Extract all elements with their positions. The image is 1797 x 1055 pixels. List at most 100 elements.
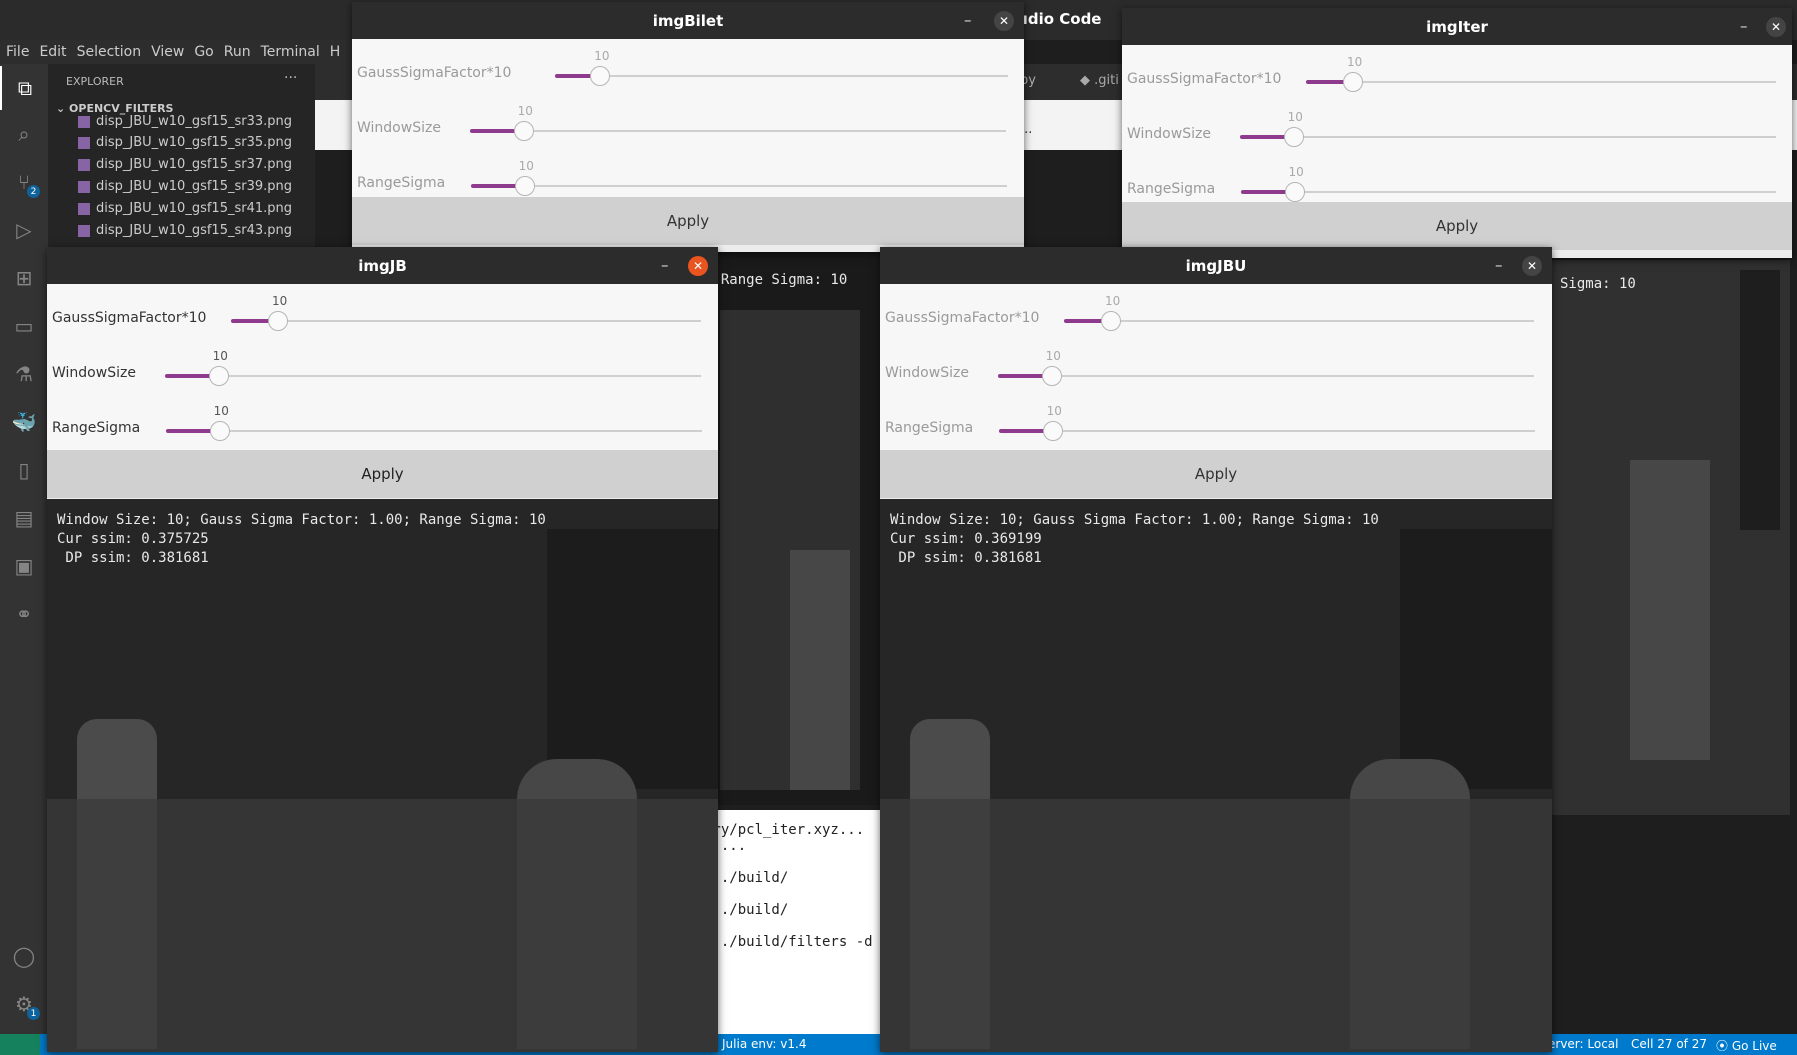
trackbar-handle[interactable] xyxy=(209,421,230,441)
trackbar-slider[interactable] xyxy=(1241,182,1776,202)
trackbar-handle[interactable] xyxy=(514,176,535,196)
menu-edit[interactable]: Edit xyxy=(39,44,66,60)
trackbar-handle[interactable] xyxy=(1041,366,1062,386)
trackbar-handle[interactable] xyxy=(268,311,288,331)
source-control-icon[interactable]: ⑂ 2 xyxy=(0,160,48,204)
trackbar-label: GaussSigmaFactor*10 xyxy=(52,310,207,326)
apply-button[interactable]: Apply xyxy=(352,197,1024,245)
julia-env-status[interactable]: Julia env: v1.4 xyxy=(722,1037,806,1051)
preview-icon[interactable]: ▣ xyxy=(0,544,48,588)
trackbar-handle[interactable] xyxy=(1101,311,1121,331)
testing-icon[interactable]: ⚗ xyxy=(0,352,48,396)
trackbar-handle[interactable] xyxy=(590,66,611,86)
gear-icon[interactable]: ⚙ 1 xyxy=(0,982,48,1026)
menu-selection[interactable]: Selection xyxy=(77,44,142,60)
trackbar-slider[interactable] xyxy=(165,366,701,386)
trackbar-slider[interactable] xyxy=(998,366,1534,386)
trackbar-value: 10 xyxy=(517,104,533,118)
trackbar-handle[interactable] xyxy=(1343,72,1363,92)
trackbar-handle[interactable] xyxy=(1284,182,1305,202)
file-item[interactable]: disp_JBU_w10_gsf15_sr39.png xyxy=(78,179,292,194)
search-icon[interactable]: ⌕ xyxy=(0,112,48,156)
window-title: imgJBU xyxy=(880,247,1552,284)
remote-explorer-icon[interactable]: ▭ xyxy=(0,304,48,348)
trackbar-slider[interactable] xyxy=(1306,72,1776,92)
trackbar-label: WindowSize xyxy=(52,365,136,381)
menu-help[interactable]: H xyxy=(330,44,341,60)
terminal-panel[interactable]: dry/pcl_iter.xyz... d ... .. $ ./build/ … xyxy=(700,810,880,1034)
trackbar-label: RangeSigma xyxy=(357,175,446,191)
trackbar-value: 10 xyxy=(213,404,229,418)
trackbar-slider[interactable] xyxy=(471,176,1007,196)
image-region xyxy=(790,550,850,790)
trackbar-handle[interactable] xyxy=(1283,127,1304,147)
trackbar-value: 10 xyxy=(1105,294,1121,308)
trackbar-label: RangeSigma xyxy=(52,420,141,436)
file-item[interactable]: disp_JBU_w10_gsf15_sr43.png xyxy=(78,223,292,238)
menu-file[interactable]: File xyxy=(6,44,29,60)
window-imgIter: imgIter – ✕ GaussSigmaFactor*10 10 WindowS… xyxy=(1122,8,1792,258)
image-file-icon xyxy=(78,224,90,237)
overlay-line: Window Size: 10; Gauss Sigma Factor: 1.0… xyxy=(57,512,546,528)
accounts-icon[interactable]: ◯ xyxy=(0,934,48,978)
trackbar-slider[interactable] xyxy=(555,66,1008,86)
terminal-line: $ ./build/filters -d xyxy=(704,934,873,950)
trackbar-slider[interactable] xyxy=(1240,127,1776,147)
file-item[interactable]: disp_JBU_w10_gsf15_sr33.png xyxy=(78,114,292,129)
trackbar-slider[interactable] xyxy=(166,421,702,441)
trackbar-label: WindowSize xyxy=(357,120,441,136)
image-region xyxy=(547,529,718,789)
file-item[interactable]: disp_JBU_w10_gsf15_sr35.png xyxy=(78,135,292,150)
window-imgBilet: imgBilet – ✕ GaussSigmaFactor*10 10 Window… xyxy=(352,2,1024,252)
extensions-icon[interactable]: ⊞ xyxy=(0,256,48,300)
server-status[interactable]: erver: Local xyxy=(1548,1037,1618,1051)
trackbar-slider[interactable] xyxy=(470,121,1006,141)
minimize-button[interactable]: – xyxy=(661,256,669,274)
apply-button[interactable]: Apply xyxy=(1122,202,1792,250)
menu-terminal[interactable]: Terminal xyxy=(261,44,320,60)
trackbar-handle[interactable] xyxy=(1042,421,1063,441)
notebook-icon[interactable]: ▯ xyxy=(0,448,48,492)
background-image-fragment: Sigma: 10 xyxy=(1550,260,1790,815)
minimize-button[interactable]: – xyxy=(1495,256,1503,274)
file-item[interactable]: disp_JBU_w10_gsf15_sr37.png xyxy=(78,157,292,172)
background-overlay-text: Sigma: 10 xyxy=(1560,276,1636,292)
menu-run[interactable]: Run xyxy=(224,44,251,60)
tab-gitignore[interactable]: ◆ .giti xyxy=(1080,73,1119,88)
trackbar-slider[interactable] xyxy=(999,421,1535,441)
apply-button[interactable]: Apply xyxy=(47,450,718,498)
close-button[interactable]: ✕ xyxy=(994,11,1014,31)
jupyter-icon[interactable]: ▤ xyxy=(0,496,48,540)
remote-indicator[interactable] xyxy=(0,1034,40,1055)
window-title: imgIter xyxy=(1122,8,1792,45)
minimize-button[interactable]: – xyxy=(964,11,972,29)
trackbar-slider[interactable] xyxy=(231,311,701,331)
menu-view[interactable]: View xyxy=(151,44,184,60)
go-live-button[interactable]: ⦿ Go Live xyxy=(1716,1037,1777,1054)
file-item[interactable]: disp_JBU_w10_gsf15_sr41.png xyxy=(78,201,292,216)
trackbar-value: 10 xyxy=(272,294,288,308)
trackbar-handle[interactable] xyxy=(513,121,534,141)
live-share-icon[interactable]: ⚭ xyxy=(0,592,48,636)
close-button[interactable]: ✕ xyxy=(688,256,708,276)
file-label: disp_JBU_w10_gsf15_sr43.png xyxy=(96,223,293,238)
apply-button[interactable]: Apply xyxy=(880,450,1552,498)
close-button[interactable]: ✕ xyxy=(1766,17,1786,37)
run-debug-icon[interactable]: ▷ xyxy=(0,208,48,252)
docker-icon[interactable]: 🐳 xyxy=(0,400,48,444)
image-region xyxy=(880,799,1552,1052)
cell-status[interactable]: Cell 27 of 27 xyxy=(1631,1037,1707,1051)
menu-go[interactable]: Go xyxy=(194,44,213,60)
trackbar-value: 10 xyxy=(1288,165,1304,179)
trackbar-slider[interactable] xyxy=(1064,311,1534,331)
explorer-icon[interactable]: ⧉ xyxy=(0,66,48,110)
explorer-more-button[interactable]: ··· xyxy=(284,70,297,86)
trackbar-value: 10 xyxy=(1287,110,1303,124)
terminal-line: dry/pcl_iter.xyz... xyxy=(704,822,865,838)
trackbar-handle[interactable] xyxy=(208,366,229,386)
background-overlay-text: ; Range Sigma: 10 xyxy=(704,272,848,288)
close-button[interactable]: ✕ xyxy=(1522,256,1542,276)
minimize-button[interactable]: – xyxy=(1740,17,1748,35)
window-imgJB: imgJB – ✕ GaussSigmaFactor*10 10 WindowSiz… xyxy=(47,247,718,1052)
trackbar-value: 10 xyxy=(1046,404,1062,418)
